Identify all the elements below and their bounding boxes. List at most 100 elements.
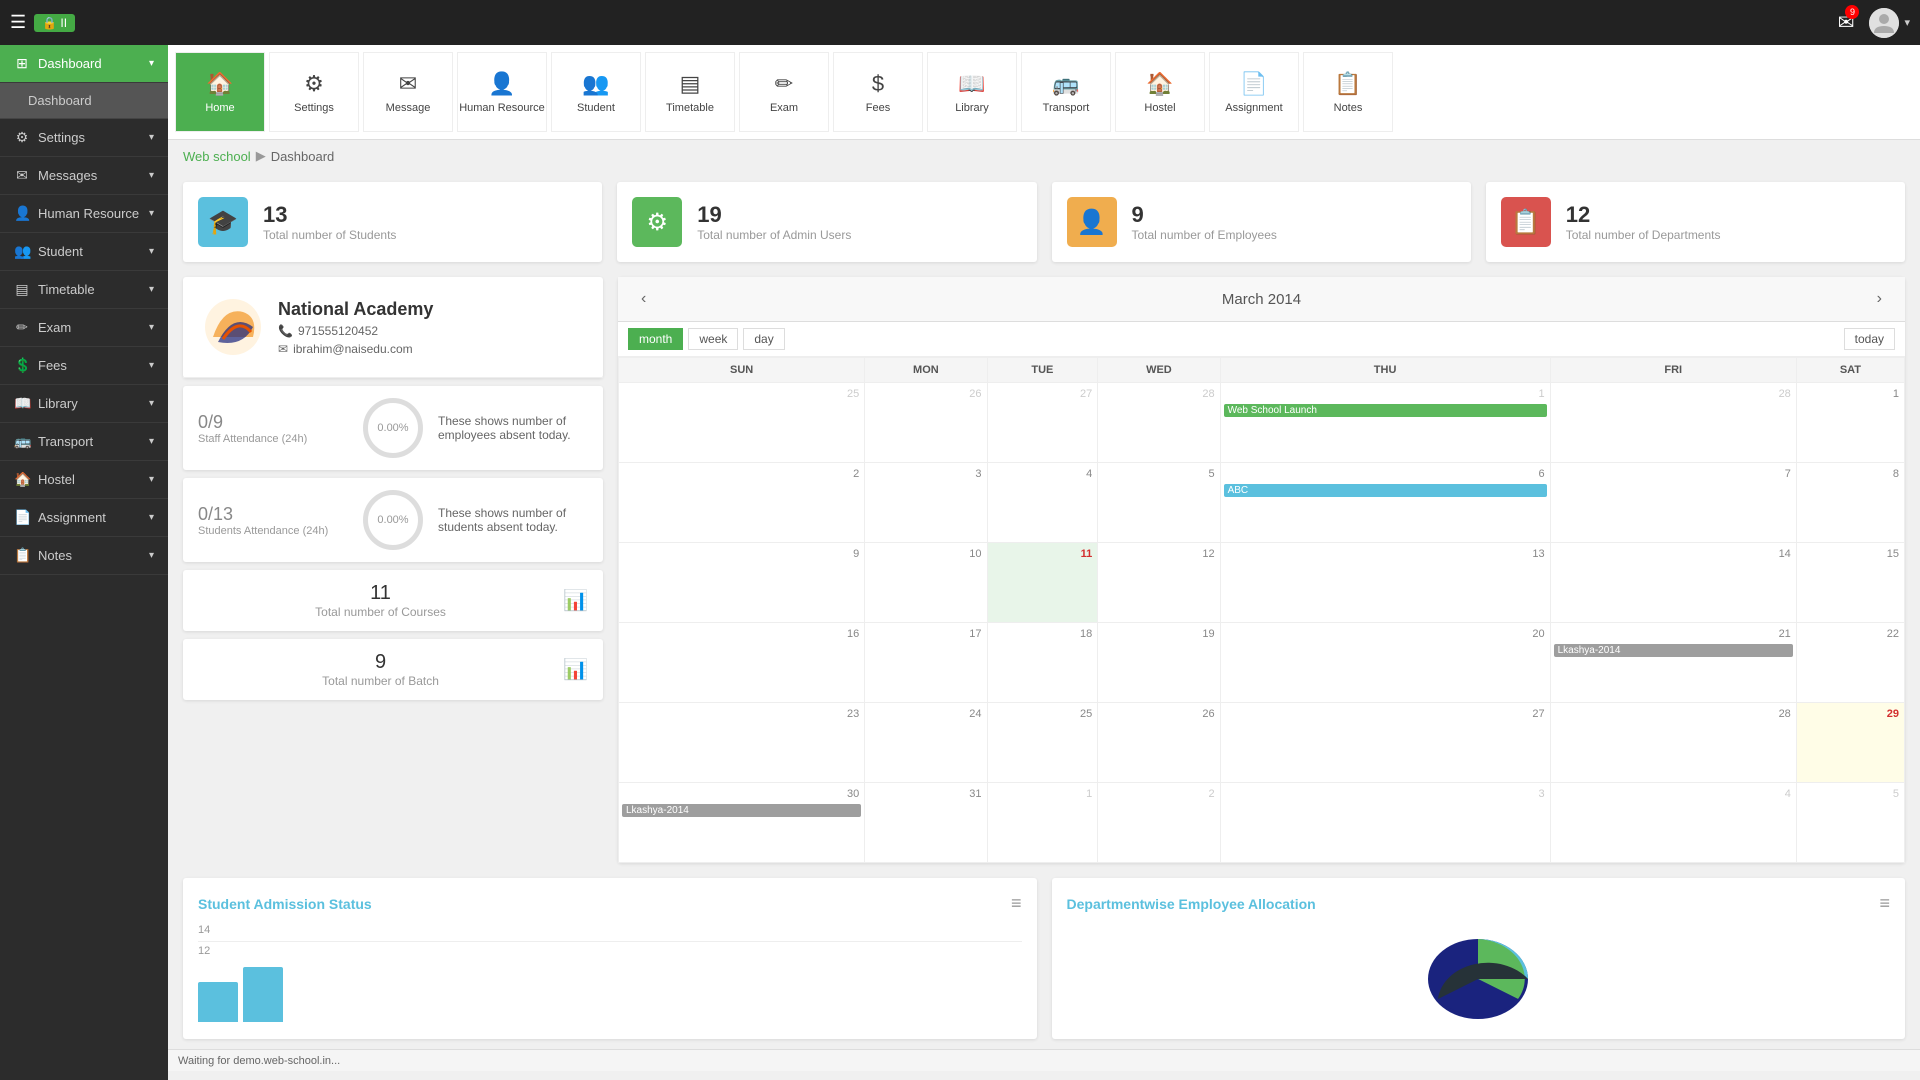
cal-cell[interactable]: 24: [865, 703, 987, 783]
cal-cell[interactable]: 4: [1550, 783, 1796, 863]
nav-student-label: Student: [577, 102, 615, 114]
cal-cell[interactable]: 8: [1796, 463, 1904, 543]
sidebar-item-hostel[interactable]: 🏠 Hostel ▾: [0, 461, 168, 499]
cal-cell[interactable]: 26: [865, 383, 987, 463]
fees-chevron: ▾: [149, 360, 154, 371]
cal-cell[interactable]: 25: [619, 383, 865, 463]
cal-cell[interactable]: 25: [987, 703, 1098, 783]
main-layout: ⊞ Dashboard ▾ Dashboard ⚙ Settings ▾ ✉ M…: [0, 45, 1920, 1080]
cal-cell[interactable]: 15: [1796, 543, 1904, 623]
sidebar-item-student[interactable]: 👥 Student ▾: [0, 233, 168, 271]
nav-icon-settings[interactable]: ⚙ Settings: [269, 52, 359, 132]
nav-icon-message[interactable]: ✉ Message: [363, 52, 453, 132]
sidebar-item-messages[interactable]: ✉ Messages ▾: [0, 157, 168, 195]
cal-next-button[interactable]: ›: [1869, 287, 1890, 311]
cal-cell[interactable]: 4: [987, 463, 1098, 543]
nav-timetable-label: Timetable: [666, 102, 714, 114]
sidebar-item-transport[interactable]: 🚌 Transport ▾: [0, 423, 168, 461]
cal-cell[interactable]: 27: [1220, 703, 1550, 783]
nav-icon-student[interactable]: 👥 Student: [551, 52, 641, 132]
nav-icon-home[interactable]: 🏠 Home: [175, 52, 265, 132]
nav-icon-exam[interactable]: ✏ Exam: [739, 52, 829, 132]
assignment-nav-icon: 📄: [1240, 71, 1267, 97]
cal-cell[interactable]: 29: [1796, 703, 1904, 783]
hamburger-icon[interactable]: ☰: [10, 12, 26, 33]
nav-icon-fees[interactable]: $ Fees: [833, 52, 923, 132]
sidebar-item-timetable[interactable]: ▤ Timetable ▾: [0, 271, 168, 309]
cal-cell[interactable]: 26: [1098, 703, 1220, 783]
cal-cell[interactable]: 3: [1220, 783, 1550, 863]
admission-bar-chart: [198, 962, 1022, 1022]
cal-cell[interactable]: 22: [1796, 623, 1904, 703]
exam-nav-icon: ✏: [775, 71, 793, 97]
dept-chart-header: Departmentwise Employee Allocation ≡: [1067, 893, 1891, 914]
cal-sun: SUN: [619, 358, 865, 383]
nav-icon-library[interactable]: 📖 Library: [927, 52, 1017, 132]
cal-cell[interactable]: 16: [619, 623, 865, 703]
cal-cell[interactable]: 3: [865, 463, 987, 543]
nav-icon-hostel[interactable]: 🏠 Hostel: [1115, 52, 1205, 132]
cal-cell[interactable]: 2: [619, 463, 865, 543]
cal-cell[interactable]: 10: [865, 543, 987, 623]
cal-cell[interactable]: 5: [1796, 783, 1904, 863]
dept-chart-menu-icon[interactable]: ≡: [1879, 893, 1890, 914]
transport-chevron: ▾: [149, 436, 154, 447]
sidebar-item-fees[interactable]: 💲 Fees ▾: [0, 347, 168, 385]
school-name: National Academy: [278, 299, 433, 320]
cal-cell[interactable]: 6 ABC: [1220, 463, 1550, 543]
sidebar-subitem-dashboard[interactable]: Dashboard: [0, 83, 168, 119]
cal-cell[interactable]: 2: [1098, 783, 1220, 863]
cal-cell[interactable]: 12: [1098, 543, 1220, 623]
cal-cell[interactable]: 1 Web School Launch: [1220, 383, 1550, 463]
cal-day-button[interactable]: day: [743, 328, 784, 350]
user-dropdown-arrow: ▾: [1904, 16, 1910, 29]
sidebar-item-notes[interactable]: 📋 Notes ▾: [0, 537, 168, 575]
cal-cell[interactable]: 1: [987, 783, 1098, 863]
sidebar-item-dashboard-group[interactable]: ⊞ Dashboard ▾: [0, 45, 168, 83]
cal-cell[interactable]: 31: [865, 783, 987, 863]
cal-cell[interactable]: 1: [1796, 383, 1904, 463]
cal-cell[interactable]: 7: [1550, 463, 1796, 543]
cal-cell[interactable]: 11: [987, 543, 1098, 623]
nav-icon-assignment[interactable]: 📄 Assignment: [1209, 52, 1299, 132]
cal-cell[interactable]: 9: [619, 543, 865, 623]
cal-cell[interactable]: 19: [1098, 623, 1220, 703]
admission-chart-menu-icon[interactable]: ≡: [1011, 893, 1022, 914]
sidebar-item-hr[interactable]: 👤 Human Resource ▾: [0, 195, 168, 233]
fees-icon: 💲: [14, 357, 30, 374]
sidebar-item-exam[interactable]: ✏ Exam ▾: [0, 309, 168, 347]
stat-card-departments: 📋 12 Total number of Departments: [1486, 182, 1905, 262]
status-text: Waiting for demo.web-school.in...: [178, 1055, 340, 1067]
sidebar-item-settings[interactable]: ⚙ Settings ▾: [0, 119, 168, 157]
cal-cell[interactable]: 30 Lkashya-2014: [619, 783, 865, 863]
exam-chevron: ▾: [149, 322, 154, 333]
cal-cell[interactable]: 23: [619, 703, 865, 783]
nav-icon-timetable[interactable]: ▤ Timetable: [645, 52, 735, 132]
cal-cell[interactable]: 5: [1098, 463, 1220, 543]
cal-cell[interactable]: 13: [1220, 543, 1550, 623]
cal-cell[interactable]: 17: [865, 623, 987, 703]
cal-cell[interactable]: 28: [1550, 703, 1796, 783]
calendar-grid: SUN MON TUE WED THU FRI SAT: [618, 357, 1905, 863]
mail-icon[interactable]: ✉ 9: [1838, 10, 1855, 35]
cal-cell[interactable]: 28: [1550, 383, 1796, 463]
cal-today-button[interactable]: today: [1844, 328, 1895, 350]
cal-cell[interactable]: 27: [987, 383, 1098, 463]
admission-chart-card: Student Admission Status ≡ 14 12: [183, 878, 1037, 1039]
cal-cell[interactable]: 28: [1098, 383, 1220, 463]
nav-icon-notes[interactable]: 📋 Notes: [1303, 52, 1393, 132]
cal-month-button[interactable]: month: [628, 328, 683, 350]
cal-week-button[interactable]: week: [688, 328, 738, 350]
breadcrumb-home[interactable]: Web school: [183, 149, 251, 164]
cal-cell[interactable]: 14: [1550, 543, 1796, 623]
cal-cell[interactable]: 18: [987, 623, 1098, 703]
cal-prev-button[interactable]: ‹: [633, 287, 654, 311]
dashboard-chevron: ▾: [149, 58, 154, 69]
sidebar-item-assignment[interactable]: 📄 Assignment ▾: [0, 499, 168, 537]
user-menu[interactable]: ▾: [1869, 8, 1910, 38]
cal-cell[interactable]: 20: [1220, 623, 1550, 703]
nav-icon-hr[interactable]: 👤 Human Resource: [457, 52, 547, 132]
cal-cell[interactable]: 21 Lkashya-2014: [1550, 623, 1796, 703]
nav-icon-transport[interactable]: 🚌 Transport: [1021, 52, 1111, 132]
sidebar-item-library[interactable]: 📖 Library ▾: [0, 385, 168, 423]
